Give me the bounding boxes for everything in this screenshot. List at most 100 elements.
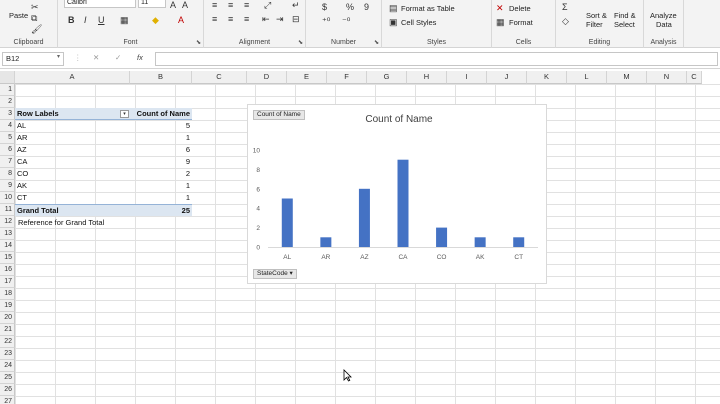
bar-ak[interactable] — [474, 237, 486, 247]
chart-axis-field-button[interactable]: StateCode ▾ — [253, 269, 297, 279]
column-header[interactable]: H — [407, 71, 447, 84]
analyze-data-label-1[interactable]: Analyze — [650, 11, 677, 20]
row-header[interactable]: 10 — [0, 192, 15, 204]
row-header[interactable]: 22 — [0, 336, 15, 348]
column-header[interactable]: I — [447, 71, 487, 84]
row-header[interactable]: 2 — [0, 96, 15, 108]
row-header[interactable]: 3 — [0, 108, 15, 120]
column-header[interactable]: G — [367, 71, 407, 84]
row-header[interactable]: 4 — [0, 120, 15, 132]
format-as-table-button[interactable]: Format as Table — [401, 4, 455, 13]
row-header[interactable]: 27 — [0, 396, 15, 404]
row-header[interactable]: 16 — [0, 264, 15, 276]
row-header[interactable]: 13 — [0, 228, 15, 240]
column-header[interactable]: K — [527, 71, 567, 84]
format-button[interactable]: Format — [509, 18, 533, 27]
decrease-decimal-icon[interactable]: ⁻⁰ — [342, 16, 350, 26]
pivot-grand-total-label[interactable]: Grand Total — [15, 204, 130, 216]
wrap-text-icon[interactable]: ↵ — [292, 0, 300, 10]
row-header[interactable]: 19 — [0, 300, 15, 312]
pivot-row-value[interactable]: 1 — [130, 192, 192, 204]
bar-al[interactable] — [281, 198, 293, 248]
align-bottom-icon[interactable]: ≡ — [244, 0, 249, 10]
formula-input[interactable] — [155, 52, 718, 66]
pivot-row-value[interactable]: 2 — [130, 168, 192, 180]
row-header[interactable]: 15 — [0, 252, 15, 264]
autosum-icon[interactable]: Σ — [562, 2, 568, 12]
bar-ct[interactable] — [513, 237, 525, 247]
row-header[interactable]: 25 — [0, 372, 15, 384]
find-select-label-1[interactable]: Find & — [614, 11, 636, 20]
bold-button[interactable]: B — [68, 15, 75, 25]
clear-icon[interactable]: ◇ — [562, 16, 569, 26]
row-header[interactable]: 20 — [0, 312, 15, 324]
font-size-select[interactable]: 11 — [138, 0, 166, 8]
borders-icon[interactable]: ▦ — [120, 15, 129, 25]
pivot-filter-dropdown-icon[interactable]: ▾ — [120, 110, 129, 118]
column-header[interactable]: C — [192, 71, 247, 84]
font-color-icon[interactable]: A — [178, 15, 184, 25]
pivot-row-value[interactable]: 9 — [130, 156, 192, 168]
font-name-select[interactable]: Calibri — [64, 0, 136, 8]
increase-decimal-icon[interactable]: ⁺⁰ — [322, 16, 330, 26]
pivot-row-value[interactable]: 5 — [130, 120, 192, 132]
cut-icon[interactable]: ✂ — [31, 2, 39, 12]
align-right-icon[interactable]: ≡ — [244, 14, 249, 24]
percent-button[interactable]: % — [346, 2, 354, 12]
pivot-row-labels-header[interactable]: Row Labels — [15, 108, 130, 120]
pivot-row-label[interactable]: CO — [15, 168, 130, 180]
pivot-row-label[interactable]: AL — [15, 120, 130, 132]
grow-font-icon[interactable]: A — [170, 0, 176, 10]
enter-icon[interactable]: ✓ — [115, 53, 121, 62]
pivot-row-label[interactable]: AZ — [15, 144, 130, 156]
delete-button[interactable]: Delete — [509, 4, 531, 13]
reference-note-cell[interactable]: Reference for Grand Total — [15, 216, 145, 228]
align-center-icon[interactable]: ≡ — [228, 14, 233, 24]
cancel-icon[interactable]: ✕ — [93, 53, 99, 62]
row-header[interactable]: 11 — [0, 204, 15, 216]
comma-style-button[interactable]: 9 — [364, 2, 369, 12]
sort-filter-label-1[interactable]: Sort & — [586, 11, 607, 20]
format-painter-icon[interactable]: 🖌 — [31, 24, 42, 34]
row-header[interactable]: 6 — [0, 144, 15, 156]
name-box-dropdown-icon[interactable]: ▾ — [57, 53, 60, 60]
column-header[interactable]: F — [327, 71, 367, 84]
column-header[interactable]: D — [247, 71, 287, 84]
pivot-row-value[interactable]: 6 — [130, 144, 192, 156]
row-header[interactable]: 8 — [0, 168, 15, 180]
font-dialog-launcher-icon[interactable]: ⬊ — [196, 39, 201, 46]
fill-color-icon[interactable]: ◆ — [152, 15, 159, 25]
pivot-row-value[interactable]: 1 — [130, 132, 192, 144]
find-select-label-2[interactable]: Select — [614, 20, 635, 29]
row-header[interactable]: 5 — [0, 132, 15, 144]
row-header[interactable]: 21 — [0, 324, 15, 336]
analyze-data-label-2[interactable]: Data — [656, 20, 672, 29]
sort-filter-label-2[interactable]: Filter — [586, 20, 603, 29]
bar-ca[interactable] — [397, 159, 409, 247]
pivot-values-header[interactable]: Count of Name — [130, 108, 192, 120]
pivot-chart[interactable]: Count of Name Count of Name 0 2 4 6 8 10 AL AR AZ… — [247, 104, 547, 284]
pivot-row-label[interactable]: AK — [15, 180, 130, 192]
row-header[interactable]: 9 — [0, 180, 15, 192]
orientation-icon[interactable]: ⤢ — [264, 0, 271, 10]
row-header[interactable]: 24 — [0, 360, 15, 372]
column-header[interactable]: L — [567, 71, 607, 84]
paste-button[interactable]: Paste — [9, 11, 28, 20]
insert-function-icon[interactable]: fx — [137, 53, 143, 62]
bar-co[interactable] — [436, 227, 448, 247]
pivot-row-label[interactable]: CT — [15, 192, 130, 204]
column-header[interactable]: N — [647, 71, 687, 84]
column-header[interactable]: A — [15, 71, 130, 84]
row-header[interactable]: 17 — [0, 276, 15, 288]
shrink-font-icon[interactable]: A — [182, 0, 188, 10]
align-middle-icon[interactable]: ≡ — [228, 0, 233, 10]
underline-button[interactable]: U — [98, 15, 105, 25]
number-dialog-launcher-icon[interactable]: ⬊ — [374, 39, 379, 46]
align-top-icon[interactable]: ≡ — [212, 0, 217, 10]
accounting-format-icon[interactable]: $ — [322, 2, 327, 12]
name-box[interactable]: B12 — [2, 52, 64, 66]
column-header[interactable]: M — [607, 71, 647, 84]
column-header[interactable]: B — [130, 71, 192, 84]
bar-az[interactable] — [358, 188, 370, 247]
italic-button[interactable]: I — [84, 15, 87, 25]
